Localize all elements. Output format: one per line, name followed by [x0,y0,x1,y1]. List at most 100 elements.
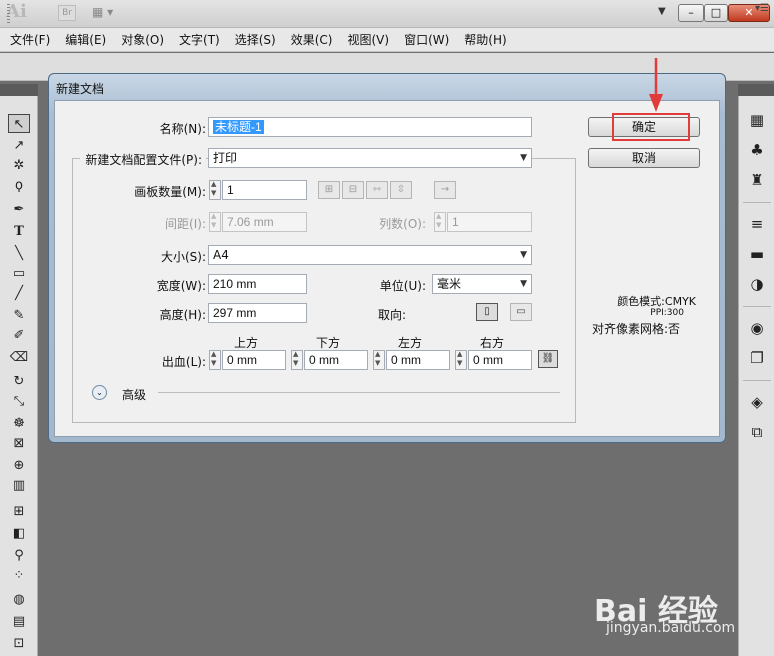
spacing-stepper[interactable] [209,212,221,232]
profile-value: 打印 [213,151,238,165]
bleed-top-label: 上方 [234,336,259,350]
name-input[interactable]: 未标题-1 [208,117,532,137]
bridge-button[interactable]: Br [58,5,76,21]
symbol-sprayer-tool-icon[interactable]: ◍ [8,590,30,609]
portrait-orientation-icon[interactable]: ▯ [476,303,498,321]
gradient-tool-icon[interactable]: ◧ [8,524,30,543]
width-label: 宽度(W): [156,279,206,293]
ppi-info: PPI:300 [650,308,684,318]
scale-tool-icon[interactable]: ⤡ [8,392,30,411]
artboard-tool-icon[interactable]: ⊡ [8,634,30,653]
line-tool-icon[interactable]: ╲ [8,244,30,263]
tools-panel-header[interactable] [0,84,38,96]
graphic-styles-icon[interactable]: ❐ [747,348,767,368]
menu-effect[interactable]: 效果(C) [291,31,333,48]
paintbrush-tool-icon[interactable]: ╱ [8,284,30,303]
brushes-icon[interactable]: ♣ [747,140,767,160]
menu-help[interactable]: 帮助(H) [464,31,506,48]
eraser-tool-icon[interactable]: ⌫ [8,348,30,367]
tools-panel: ↖ ↗ ✲ ϙ ✒ T ╲ ▭ ╱ ✎ ✐ ⌫ ↻ ⤡ ☸ ⊠ ⊕ ▥ ⊞ ◧ … [0,84,38,656]
menu-type[interactable]: 文字(T) [179,31,220,48]
bleed-bottom-input[interactable]: 0 mm [304,350,368,370]
dialog-title: 新建文档 [56,82,105,96]
mesh-tool-icon[interactable]: ⊞ [8,502,30,521]
minimize-button[interactable]: – [678,4,704,22]
cancel-button[interactable]: 取消 [588,148,700,168]
rectangle-tool-icon[interactable]: ▭ [8,264,30,283]
profile-select[interactable]: 打印 ▼ [208,148,532,168]
arrange-by-row-icon[interactable]: ⇿ [366,181,388,199]
name-label: 名称(N): [159,122,206,136]
rotate-tool-icon[interactable]: ↻ [8,372,30,391]
chevron-down-icon: ▼ [520,250,527,260]
symbols-icon[interactable]: ♜ [747,170,767,190]
artboards-icon[interactable]: ⧉ [747,422,767,442]
bleed-bottom-stepper[interactable] [291,350,303,370]
menu-window[interactable]: 窗口(W) [404,31,449,48]
blend-tool-icon[interactable]: ⁘ [8,566,30,585]
panel-separator [743,306,771,307]
grid-by-column-icon[interactable]: ⊟ [342,181,364,199]
columns-stepper[interactable] [434,212,446,232]
spacing-label: 间距(I): [165,217,206,231]
grip-icon[interactable] [7,4,10,24]
gradient-panel-icon[interactable]: ▬ [747,244,767,264]
menu-object[interactable]: 对象(O) [121,31,164,48]
type-tool-icon[interactable]: T [8,222,30,241]
appearance-icon[interactable]: ◉ [747,318,767,338]
columns-label: 列数(O): [379,217,426,231]
right-panel-dock: ▦ ♣ ♜ ≡ ▬ ◑ ◉ ❐ ◈ ⧉ [738,84,774,656]
bleed-left-stepper[interactable] [373,350,385,370]
bleed-top-stepper[interactable] [209,350,221,370]
column-graph-tool-icon[interactable]: ▤ [8,612,30,631]
arrange-documents-icon[interactable]: ▦ ▾ [92,5,122,21]
units-select[interactable]: 毫米 ▼ [432,274,532,294]
artboards-input[interactable]: 1 [222,180,307,200]
bleed-right-input[interactable]: 0 mm [468,350,532,370]
bleed-left-input[interactable]: 0 mm [386,350,450,370]
layers-icon[interactable]: ◈ [747,392,767,412]
warp-tool-icon[interactable]: ☸ [8,414,30,433]
blob-brush-tool-icon[interactable]: ✐ [8,326,30,345]
magic-wand-tool-icon[interactable]: ✲ [8,156,30,175]
bleed-top-input[interactable]: 0 mm [222,350,286,370]
lasso-tool-icon[interactable]: ϙ [8,176,30,195]
menu-select[interactable]: 选择(S) [235,31,276,48]
highlight-box [612,113,690,141]
spacing-input[interactable]: 7.06 mm [222,212,307,232]
workspace-dropdown-icon[interactable]: ▼ [658,6,666,17]
layout-direction-icon[interactable]: → [434,181,456,199]
expand-advanced-icon[interactable]: ⌄ [92,385,107,400]
panel-menu-icon[interactable]: ▾☰ [755,3,769,14]
stroke-icon[interactable]: ≡ [747,214,767,234]
advanced-label[interactable]: 高级 [122,386,146,403]
artboards-stepper[interactable] [209,180,221,200]
direct-selection-tool-icon[interactable]: ↗ [8,136,30,155]
grid-by-row-icon[interactable]: ⊞ [318,181,340,199]
pen-tool-icon[interactable]: ✒ [8,200,30,219]
right-panel-header[interactable] [738,84,774,96]
red-arrow-icon [649,58,663,112]
maximize-button[interactable]: □ [704,4,728,22]
height-input[interactable]: 297 mm [208,303,307,323]
swatches-icon[interactable]: ▦ [747,110,767,130]
color-mode-info: 颜色模式:CMYK [617,295,696,308]
units-value: 毫米 [437,277,462,291]
menu-view[interactable]: 视图(V) [347,31,389,48]
size-select[interactable]: A4 ▼ [208,245,532,265]
eyedropper-tool-icon[interactable]: ⚲ [8,546,30,565]
width-input[interactable]: 210 mm [208,274,307,294]
menu-file[interactable]: 文件(F) [10,31,50,48]
bleed-right-stepper[interactable] [455,350,467,370]
landscape-orientation-icon[interactable]: ▭ [510,303,532,321]
transparency-icon[interactable]: ◑ [747,274,767,294]
arrange-by-column-icon[interactable]: ⇳ [390,181,412,199]
shape-builder-tool-icon[interactable]: ⊕ [8,456,30,475]
columns-input[interactable]: 1 [447,212,532,232]
perspective-grid-tool-icon[interactable]: ▥ [8,476,30,495]
pencil-tool-icon[interactable]: ✎ [8,306,30,325]
menu-edit[interactable]: 编辑(E) [65,31,106,48]
selection-tool-icon[interactable]: ↖ [8,114,30,133]
free-transform-tool-icon[interactable]: ⊠ [8,434,30,453]
link-bleed-icon[interactable]: ⛓ [538,350,558,368]
